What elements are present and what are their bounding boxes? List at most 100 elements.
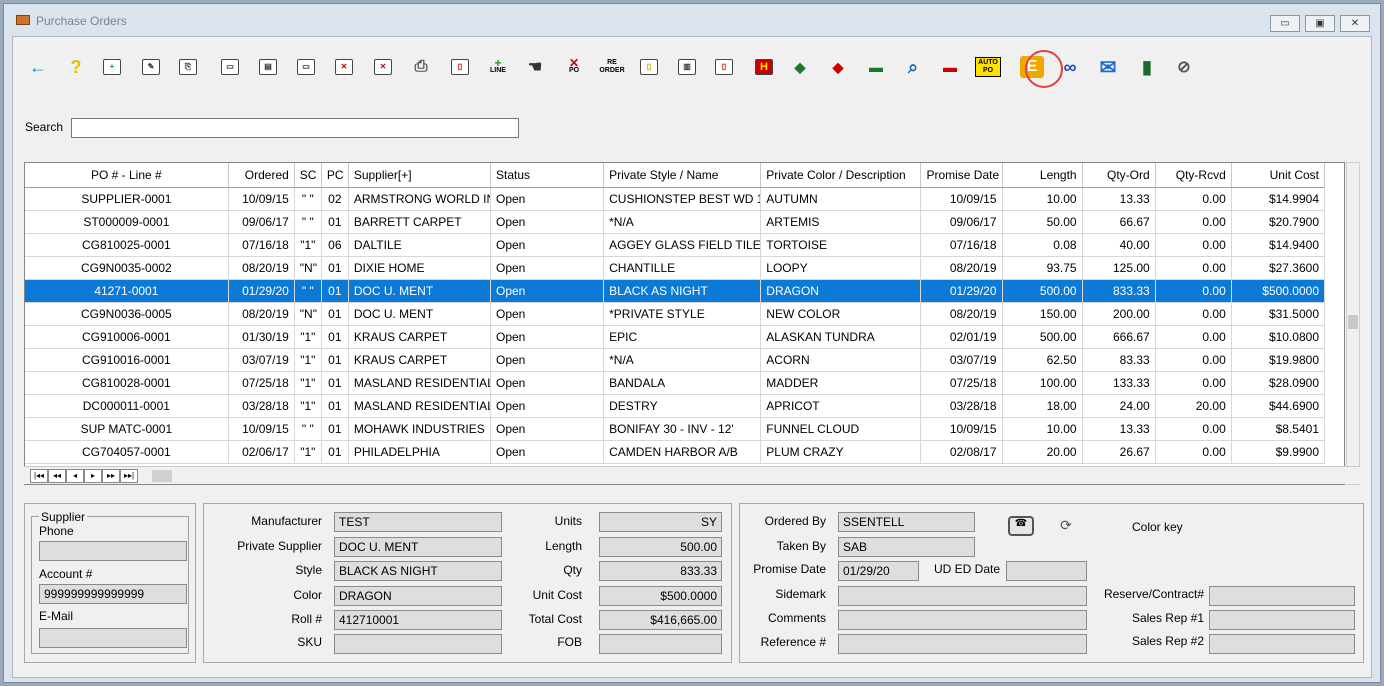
color-field[interactable]: DRAGON [334, 586, 502, 606]
column-header[interactable]: PO # - Line # [25, 163, 229, 188]
column-header[interactable]: Unit Cost [1231, 163, 1326, 188]
phone-icon[interactable]: ☎ [1008, 516, 1034, 536]
sales-rep2-field[interactable] [1209, 634, 1355, 654]
minimize-button[interactable]: ▭ [1270, 15, 1300, 32]
qty-field[interactable]: 833.33 [599, 561, 722, 581]
hand-icon[interactable]: ☚ [522, 53, 548, 81]
style-label: Style [295, 563, 322, 577]
units-field[interactable]: SY [599, 512, 722, 532]
account-field[interactable]: 999999999999999 [39, 584, 187, 604]
green-book-icon[interactable]: ▮ [1134, 53, 1160, 81]
prev-record-button[interactable]: ◂ [66, 469, 84, 483]
table-cell: CG810025-0001 [25, 233, 229, 257]
private-supplier-field[interactable]: DOC U. MENT [334, 537, 502, 557]
roll-field[interactable]: 412710001 [334, 610, 502, 630]
auto-po-icon[interactable]: AUTO PO [975, 53, 1001, 81]
restore-button[interactable]: ▣ [1305, 15, 1335, 32]
table-row[interactable]: CG9N0035-0002 08/20/19 "N" 01 DIXIE HOME Open… [25, 256, 1326, 280]
tag-icon[interactable]: ▭ [217, 53, 243, 81]
sales-rep1-field[interactable] [1209, 610, 1355, 630]
mail-icon[interactable]: ✉ [1095, 53, 1121, 81]
column-header[interactable]: Ordered [228, 163, 295, 188]
column-header[interactable]: SC [294, 163, 322, 188]
note-icon[interactable]: ▯ [636, 53, 662, 81]
add-line-icon[interactable]: + LINE [485, 53, 511, 81]
next-record-button[interactable]: ▸ [84, 469, 102, 483]
column-header[interactable]: Supplier[+] [348, 163, 491, 188]
sku-field[interactable] [334, 634, 502, 654]
style-field[interactable]: BLACK AS NIGHT [334, 561, 502, 581]
column-header[interactable]: Private Style / Name [603, 163, 762, 188]
reference-field[interactable] [838, 634, 1087, 654]
table-row[interactable]: SUP MATC-0001 10/09/15 " " 01 MOHAWK INDUSTR… [25, 417, 1326, 441]
add-line-icon-glyph: + LINE [490, 57, 506, 75]
reserve-contract-field[interactable] [1209, 586, 1355, 606]
table-row[interactable]: SUPPLIER-0001 10/09/15 " " 02 ARMSTRONG WORL… [25, 187, 1326, 211]
horizontal-scroll-thumb[interactable] [152, 470, 172, 482]
ud-ed-date-field[interactable] [1006, 561, 1087, 581]
print-label-icon[interactable]: ▤ [255, 53, 281, 81]
supplier-group-label: Supplier [39, 510, 88, 524]
next-page-button[interactable]: ▸▸ [102, 469, 120, 483]
promise-date-field[interactable]: 01/29/20 [838, 561, 919, 581]
first-record-button[interactable]: |◂◂ [30, 469, 48, 483]
last-record-button[interactable]: ▸▸| [120, 469, 138, 483]
delete-po-icon[interactable]: ✕ PO [561, 53, 587, 81]
ordered-by-field[interactable]: SSENTELL [838, 512, 975, 532]
document-icon[interactable]: ▯ [447, 53, 473, 81]
column-header[interactable]: PC [321, 163, 349, 188]
table-row[interactable]: CG910006-0001 01/30/19 "1" 01 KRAUS CARPET Op… [25, 325, 1326, 349]
truck-red-icon[interactable]: ▬ [937, 53, 963, 81]
table-row[interactable]: CG810028-0001 07/25/18 "1" 01 MASLAND RESIDE… [25, 371, 1326, 395]
reorder-icon[interactable]: RE ORDER [599, 53, 625, 81]
eraser-icon[interactable]: ◆ [787, 53, 813, 81]
prev-page-button[interactable]: ◂◂ [48, 469, 66, 483]
column-header[interactable]: Qty-Rcvd [1155, 163, 1232, 188]
help-icon[interactable]: ? [63, 53, 89, 81]
table-row[interactable]: 41271-0001 01/29/20 " " 01 DOC U. MENT Open BL… [25, 279, 1326, 303]
edit-icon[interactable]: ✎ [138, 53, 164, 81]
table-cell: 10/09/15 [228, 417, 295, 441]
manufacturer-field[interactable]: TEST [334, 512, 502, 532]
eraser-red-icon[interactable]: ◆ [825, 53, 851, 81]
vertical-scrollbar[interactable] [1346, 162, 1360, 485]
scroll-thumb[interactable] [1348, 315, 1358, 329]
column-header[interactable]: Length [1002, 163, 1083, 188]
back-arrow-icon[interactable]: ← [25, 53, 51, 81]
table-row[interactable]: ST000009-0001 09/06/17 " " 01 BARRETT CARPET… [25, 210, 1326, 234]
sidemark-field[interactable] [838, 586, 1087, 606]
refresh-icon[interactable]: ⟳ [1057, 516, 1075, 534]
email-field[interactable] [39, 628, 187, 648]
table-row[interactable]: DC000011-0001 03/28/18 "1" 01 MASLAND RESIDE… [25, 394, 1326, 418]
taken-by-field[interactable]: SAB [838, 537, 975, 557]
column-header[interactable]: Private Color / Description [760, 163, 922, 188]
table-row[interactable]: CG910016-0001 03/07/19 "1" 01 KRAUS CARPET Op… [25, 348, 1326, 372]
purchase-orders-grid[interactable]: PO # - Line # Ordered SC PC Supplier[+] Statu… [24, 162, 1345, 485]
column-header[interactable]: Promise Date [920, 163, 1003, 188]
delete-label-icon[interactable]: ✕ [331, 53, 357, 81]
truck-icon[interactable]: ▬ [863, 53, 889, 81]
delete-doc-icon[interactable]: ✕ [370, 53, 396, 81]
add-new-icon[interactable]: + [99, 53, 125, 81]
close-button[interactable]: ✕ [1340, 15, 1370, 32]
h-icon[interactable]: H [751, 53, 777, 81]
fob-field[interactable] [599, 634, 722, 654]
paperclip-icon[interactable]: ⊘ [1171, 53, 1197, 81]
magnifier-icon[interactable]: ⌕ [900, 53, 926, 81]
copy-icon[interactable]: ⎘ [175, 53, 201, 81]
label-icon[interactable]: ▭ [293, 53, 319, 81]
phone-field[interactable] [39, 541, 187, 561]
column-header[interactable]: Qty-Ord [1082, 163, 1156, 188]
table-row[interactable]: CG704057-0001 02/06/17 "1" 01 PHILADELPHIA Op… [25, 440, 1326, 464]
comments-field[interactable] [838, 610, 1087, 630]
length-field[interactable]: 500.00 [599, 537, 722, 557]
report-icon[interactable]: ▯ [711, 53, 737, 81]
table-row[interactable]: CG810025-0001 07/16/18 "1" 06 DALTILE Open AGG… [25, 233, 1326, 257]
book-icon[interactable]: ▥ [674, 53, 700, 81]
total-cost-field[interactable]: $416,665.00 [599, 610, 722, 630]
printer-icon[interactable]: ⎙ [408, 53, 434, 81]
table-row[interactable]: CG9N0036-0005 08/20/19 "N" 01 DOC U. MENT Ope… [25, 302, 1326, 326]
column-header[interactable]: Status [490, 163, 605, 188]
unit-cost-field[interactable]: $500.0000 [599, 586, 722, 606]
search-input[interactable] [71, 118, 519, 138]
